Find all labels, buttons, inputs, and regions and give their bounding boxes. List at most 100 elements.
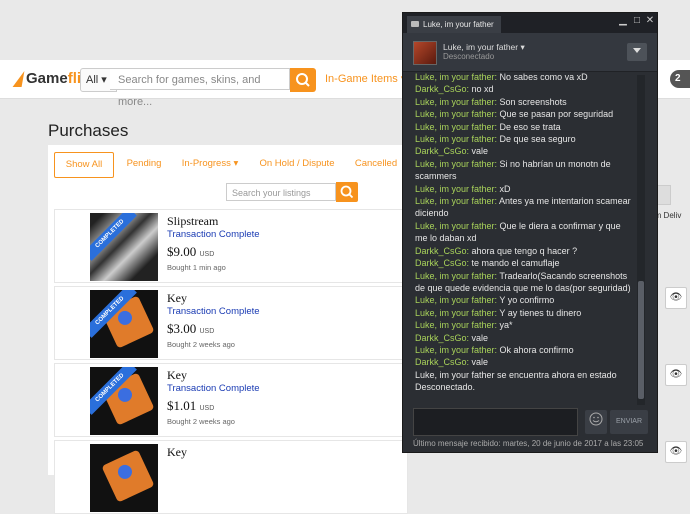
chat-message-sender: Luke, im your father: xyxy=(415,220,500,231)
chat-message-sender: Luke, im your father: xyxy=(415,109,500,120)
nav-in-game-items[interactable]: In-Game Items ▾ xyxy=(325,72,406,85)
listings-search-button[interactable] xyxy=(336,182,358,202)
send-button[interactable]: ENVIAR xyxy=(610,410,648,434)
item-thumbnail: COMPLETED xyxy=(90,213,158,281)
chat-log[interactable]: Luke, im your father: No sabes como va x… xyxy=(415,71,635,405)
minimize-button[interactable]: ▁ xyxy=(617,15,629,26)
chat-message-sender: Luke, im your father: xyxy=(415,183,500,194)
item-time: Bought 2 weeks ago xyxy=(167,417,235,426)
search-button[interactable] xyxy=(290,68,316,92)
item-thumbnail: COMPLETED xyxy=(90,290,158,358)
chat-message-sender: Luke, im your father: xyxy=(415,96,500,107)
notifications-badge[interactable]: 2 xyxy=(670,70,690,88)
table-row[interactable]: COMPLETED Slipstream Transaction Complet… xyxy=(54,209,408,283)
chat-friend-header: Luke, im your father ▾ Desconectado xyxy=(403,33,657,72)
page-title: Purchases xyxy=(48,121,129,140)
chat-titlebar[interactable]: Luke, im your father ▁ □ ✕ xyxy=(403,13,657,33)
table-row[interactable]: Key xyxy=(54,440,408,514)
chat-message: Luke, im your father: No sabes como va x… xyxy=(415,71,635,83)
chat-message: Luke, im your father: xD xyxy=(415,183,635,195)
chat-tab[interactable]: Luke, im your father xyxy=(407,16,501,33)
view-eye-icon[interactable]: 👁 xyxy=(665,364,687,386)
listings-search-input[interactable]: Search your listings xyxy=(226,183,336,201)
chat-message: Darkk_CsGo: ahora que tengo q hacer ? xyxy=(415,245,635,257)
item-thumbnail: COMPLETED xyxy=(90,367,158,435)
chat-message-sender: Luke, im your father: xyxy=(415,134,500,145)
chevron-down-icon xyxy=(633,48,641,53)
scrollbar-thumb[interactable] xyxy=(638,281,644,399)
chat-message-sender: Darkk_CsGo: xyxy=(415,245,472,256)
chat-message: Luke, im your father: ya* xyxy=(415,319,635,331)
chat-message-text: xD xyxy=(499,183,511,194)
item-price: $1.01 USD xyxy=(167,398,215,413)
chat-message-text: De que sea seguro xyxy=(499,134,576,145)
status-badge: Transaction Complete xyxy=(167,306,260,317)
item-thumbnail xyxy=(90,444,158,512)
chat-message-sender: Darkk_CsGo: xyxy=(415,258,472,269)
chat-message-text: No sabes como va xD xyxy=(499,72,588,82)
item-name[interactable]: Key xyxy=(167,368,187,383)
chat-message-input[interactable] xyxy=(413,408,578,436)
chat-message-text: vale xyxy=(471,146,489,157)
tab-cancelled[interactable]: Cancelled xyxy=(348,152,404,176)
purchases-panel: Show All Pending In-Progress ▾ On Hold /… xyxy=(48,145,408,514)
item-name[interactable]: Key xyxy=(167,445,187,460)
chat-message-text: Y ay tienes tu dinero xyxy=(499,307,582,318)
item-time: Bought 1 min ago xyxy=(167,263,226,272)
tab-on-hold-dispute[interactable]: On Hold / Dispute xyxy=(254,152,340,176)
chat-message: Darkk_CsGo: te mando el camuflaje xyxy=(415,257,635,269)
search-icon xyxy=(296,73,310,87)
chat-bubble-icon xyxy=(411,21,419,27)
status-badge: Transaction Complete xyxy=(167,383,260,394)
emoticon-button[interactable] xyxy=(585,410,607,434)
chat-message: Luke, im your father: Son screenshots xyxy=(415,96,635,108)
chat-message-text: vale xyxy=(471,332,489,343)
chat-message-text: De eso se trata xyxy=(499,121,561,132)
chat-message: Luke, im your father: Que se pasan por s… xyxy=(415,108,635,120)
chat-message: Luke, im your father: De eso se trata xyxy=(415,121,635,133)
maximize-button[interactable]: □ xyxy=(631,15,643,26)
chat-message: Darkk_CsGo: vale xyxy=(415,332,635,344)
table-row[interactable]: COMPLETED Key Transaction Complete $3.00… xyxy=(54,286,408,360)
gameflip-logo[interactable]: Game flip xyxy=(12,70,90,87)
chat-message: Luke, im your father: De que sea seguro xyxy=(415,133,635,145)
chat-scrollbar[interactable] xyxy=(637,75,645,405)
chat-message-sender: Luke, im your father: xyxy=(415,72,500,82)
status-badge: Transaction Complete xyxy=(167,229,260,240)
chat-message-sender: Luke, im your father: xyxy=(415,158,500,169)
item-name[interactable]: Slipstream xyxy=(167,214,218,229)
chat-message: Luke, im your father: Ok ahora confirmo xyxy=(415,344,635,356)
view-eye-icon[interactable]: 👁 xyxy=(665,287,687,309)
chat-message-sender: Luke, im your father: xyxy=(415,320,500,331)
chat-options-button[interactable] xyxy=(627,43,647,61)
chat-message: Darkk_CsGo: vale xyxy=(415,356,635,368)
smiley-icon xyxy=(589,412,603,426)
table-row[interactable]: COMPLETED Key Transaction Complete $1.01… xyxy=(54,363,408,437)
chat-message: Luke, im your father: Y yo confirmo xyxy=(415,294,635,306)
tab-pending[interactable]: Pending xyxy=(120,152,168,176)
chat-message-text: Que se pasan por seguridad xyxy=(499,109,614,120)
chat-message-text: te mando el camuflaje xyxy=(471,258,560,269)
chat-message-sender: Darkk_CsGo: xyxy=(415,146,472,157)
tab-in-progress[interactable]: In-Progress ▾ xyxy=(178,152,242,176)
chat-message-sender: Luke, im your father: xyxy=(415,344,500,355)
chat-message-text: vale xyxy=(471,357,489,368)
chat-message-sender: Darkk_CsGo: xyxy=(415,332,472,343)
avatar[interactable] xyxy=(413,41,437,65)
chat-message-text: ya* xyxy=(499,320,513,331)
chat-message-sender: Luke, im your father: xyxy=(415,121,500,132)
search-input[interactable]: Search for games, skins, and more... xyxy=(110,68,290,108)
item-name[interactable]: Key xyxy=(167,291,187,306)
close-button[interactable]: ✕ xyxy=(644,15,656,26)
search-icon xyxy=(340,185,354,199)
tab-show-all[interactable]: Show All xyxy=(54,152,114,178)
gameflip-logo-icon xyxy=(12,70,25,87)
view-eye-icon[interactable]: 👁 xyxy=(665,441,687,463)
friend-status: Desconectado xyxy=(443,52,495,61)
chat-message-text: Son screenshots xyxy=(499,96,567,107)
chat-message: Luke, im your father: Que le diera a con… xyxy=(415,220,635,245)
key-image xyxy=(101,449,155,503)
chat-message-text: Y yo confirmo xyxy=(499,295,555,306)
last-message-timestamp: Último mensaje recibido: martes, 20 de j… xyxy=(413,439,644,448)
chat-message: Luke, im your father: Antes ya me intent… xyxy=(415,195,635,220)
